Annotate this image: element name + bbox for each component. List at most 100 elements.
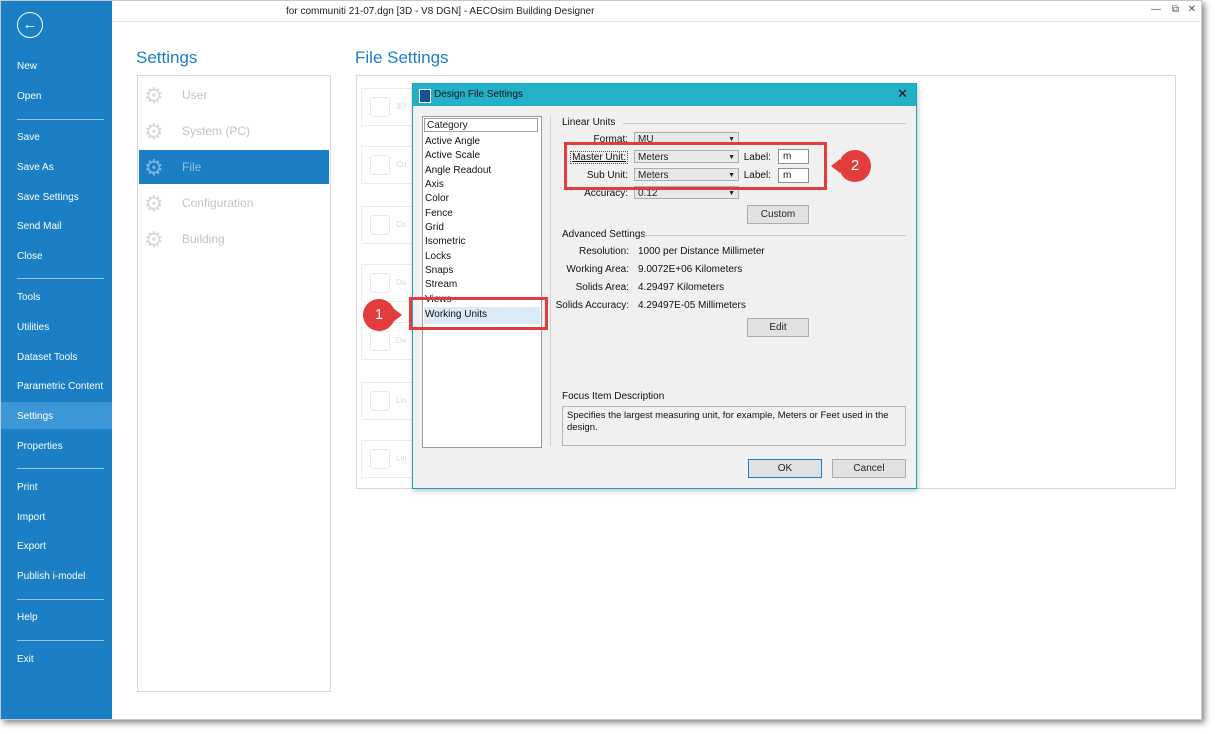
category-item-grid[interactable]: Grid — [425, 222, 444, 233]
dialog-divider — [550, 116, 551, 446]
sidebar-item-dataset-tools[interactable]: Dataset Tools — [17, 352, 77, 363]
sidebar-item-close[interactable]: Close — [17, 251, 43, 262]
settings-category-system[interactable]: ⚙ System (PC) — [139, 114, 329, 148]
dialog-title: Design File Settings — [434, 89, 523, 100]
callout-pointer — [393, 308, 402, 322]
callout-badge-2: 2 — [831, 150, 871, 182]
category-list[interactable]: Category Active Angle Active Scale Angle… — [422, 116, 542, 448]
minimize-icon[interactable]: — — [1151, 4, 1161, 15]
file-settings-heading: File Settings — [355, 48, 449, 67]
category-list-header[interactable]: Category — [424, 118, 538, 132]
sidebar-item-publish-imodel[interactable]: Publish i-model — [17, 571, 85, 582]
callout-number: 1 — [374, 306, 384, 323]
settings-category-file[interactable]: ⚙ File — [139, 150, 329, 184]
category-item-locks[interactable]: Locks — [425, 251, 451, 262]
file-setting-tile[interactable]: Lin — [361, 382, 417, 420]
resolution-label: Resolution: — [578, 246, 629, 257]
backstage-sidebar: ← New Open Save Save As Save Settings Se… — [1, 1, 112, 719]
sidebar-item-send-mail[interactable]: Send Mail — [17, 221, 61, 232]
group-line — [643, 235, 906, 236]
group-line — [623, 123, 906, 124]
focus-item-description-box: Specifies the largest measuring unit, fo… — [562, 406, 906, 446]
cancel-button[interactable]: Cancel — [832, 459, 906, 478]
callout-number: 2 — [850, 157, 860, 174]
category-item-fence[interactable]: Fence — [425, 208, 453, 219]
category-label: Building — [182, 232, 225, 246]
file-setting-tile[interactable]: Co — [361, 206, 417, 244]
sidebar-divider — [17, 468, 104, 469]
solids-accuracy-value: 4.29497E-05 Millimeters — [638, 300, 746, 311]
ok-button[interactable]: OK — [748, 459, 822, 478]
category-item-isometric[interactable]: Isometric — [425, 236, 466, 247]
gear-icon: ⚙ — [144, 191, 164, 216]
tile-icon — [370, 331, 390, 351]
tile-icon — [370, 391, 390, 411]
back-button[interactable]: ← — [17, 12, 43, 38]
tile-icon — [370, 155, 390, 175]
tile-label: Co — [396, 220, 407, 229]
settings-category-panel: ⚙ User ⚙ System (PC) ⚙ File ⚙ Configuration … — [137, 75, 331, 692]
settings-category-configuration[interactable]: ⚙ Configuration — [139, 186, 329, 220]
tile-label: Co — [396, 160, 407, 169]
category-item-stream[interactable]: Stream — [425, 279, 457, 290]
sidebar-item-import[interactable]: Import — [17, 512, 45, 523]
category-label: File — [182, 160, 202, 174]
sidebar-item-tools[interactable]: Tools — [17, 292, 40, 303]
sidebar-item-help[interactable]: Help — [17, 612, 38, 623]
category-item-axis[interactable]: Axis — [425, 179, 444, 190]
category-item-snaps[interactable]: Snaps — [425, 265, 453, 276]
tile-label: 3D — [396, 102, 407, 111]
sidebar-item-parametric-content[interactable]: Parametric Content — [17, 381, 103, 392]
working-area-label: Working Area: — [566, 264, 629, 275]
custom-button[interactable]: Custom — [747, 205, 809, 224]
sidebar-item-export[interactable]: Export — [17, 541, 46, 552]
category-item-active-angle[interactable]: Active Angle — [425, 136, 480, 147]
sidebar-item-save-settings[interactable]: Save Settings — [17, 192, 79, 203]
tile-icon — [370, 215, 390, 235]
sidebar-item-properties[interactable]: Properties — [17, 441, 63, 452]
file-setting-tile[interactable]: Lin — [361, 440, 417, 478]
close-icon[interactable]: ✕ — [897, 87, 908, 101]
dialog-title-bar[interactable]: Design File Settings ✕ — [413, 84, 916, 106]
category-item-angle-readout[interactable]: Angle Readout — [425, 165, 491, 176]
settings-category-user[interactable]: ⚙ User — [139, 78, 329, 112]
restore-icon[interactable]: ⧉ — [1172, 4, 1179, 15]
linear-units-group-label: Linear Units — [562, 117, 616, 128]
window-close-icon[interactable]: ✕ — [1188, 4, 1196, 15]
edit-button[interactable]: Edit — [747, 318, 809, 337]
gear-icon: ⚙ — [144, 227, 164, 252]
tile-icon — [370, 273, 390, 293]
window-title: for communiti 21-07.dgn [3D - V8 DGN] - … — [286, 6, 595, 17]
app-window: ← New Open Save Save As Save Settings Se… — [0, 0, 1202, 720]
file-setting-tile[interactable]: 3D — [361, 88, 417, 126]
sidebar-item-settings[interactable]: Settings — [17, 411, 53, 422]
tile-label: Lin — [396, 454, 407, 463]
category-item-active-scale[interactable]: Active Scale — [425, 150, 480, 161]
sidebar-item-utilities[interactable]: Utilities — [17, 322, 49, 333]
gear-icon: ⚙ — [144, 119, 164, 144]
sidebar-item-exit[interactable]: Exit — [17, 654, 34, 665]
sidebar-item-print[interactable]: Print — [17, 482, 38, 493]
sidebar-item-save-as[interactable]: Save As — [17, 162, 54, 173]
callout-pointer — [831, 159, 840, 173]
category-item-color[interactable]: Color — [425, 193, 449, 204]
gear-icon: ⚙ — [144, 155, 164, 180]
file-setting-tile[interactable]: Co — [361, 146, 417, 184]
category-label: Configuration — [182, 196, 254, 210]
tile-icon — [370, 97, 390, 117]
tile-label: Da — [396, 278, 407, 287]
callout-badge-1: 1 — [363, 299, 402, 331]
title-bar: for communiti 21-07.dgn [3D - V8 DGN] - … — [112, 1, 1201, 22]
advanced-settings-group-label: Advanced Settings — [562, 229, 646, 240]
solids-accuracy-label: Solids Accuracy: — [555, 300, 629, 311]
sidebar-divider — [17, 278, 104, 279]
category-label: User — [182, 88, 208, 102]
sidebar-divider — [17, 119, 104, 120]
sidebar-item-save[interactable]: Save — [17, 132, 40, 143]
sidebar-item-open[interactable]: Open — [17, 91, 41, 102]
gear-icon: ⚙ — [144, 83, 164, 108]
sidebar-divider — [17, 599, 104, 600]
sidebar-item-new[interactable]: New — [17, 61, 37, 72]
solids-area-label: Solids Area: — [575, 282, 629, 293]
settings-category-building[interactable]: ⚙ Building — [139, 222, 329, 256]
